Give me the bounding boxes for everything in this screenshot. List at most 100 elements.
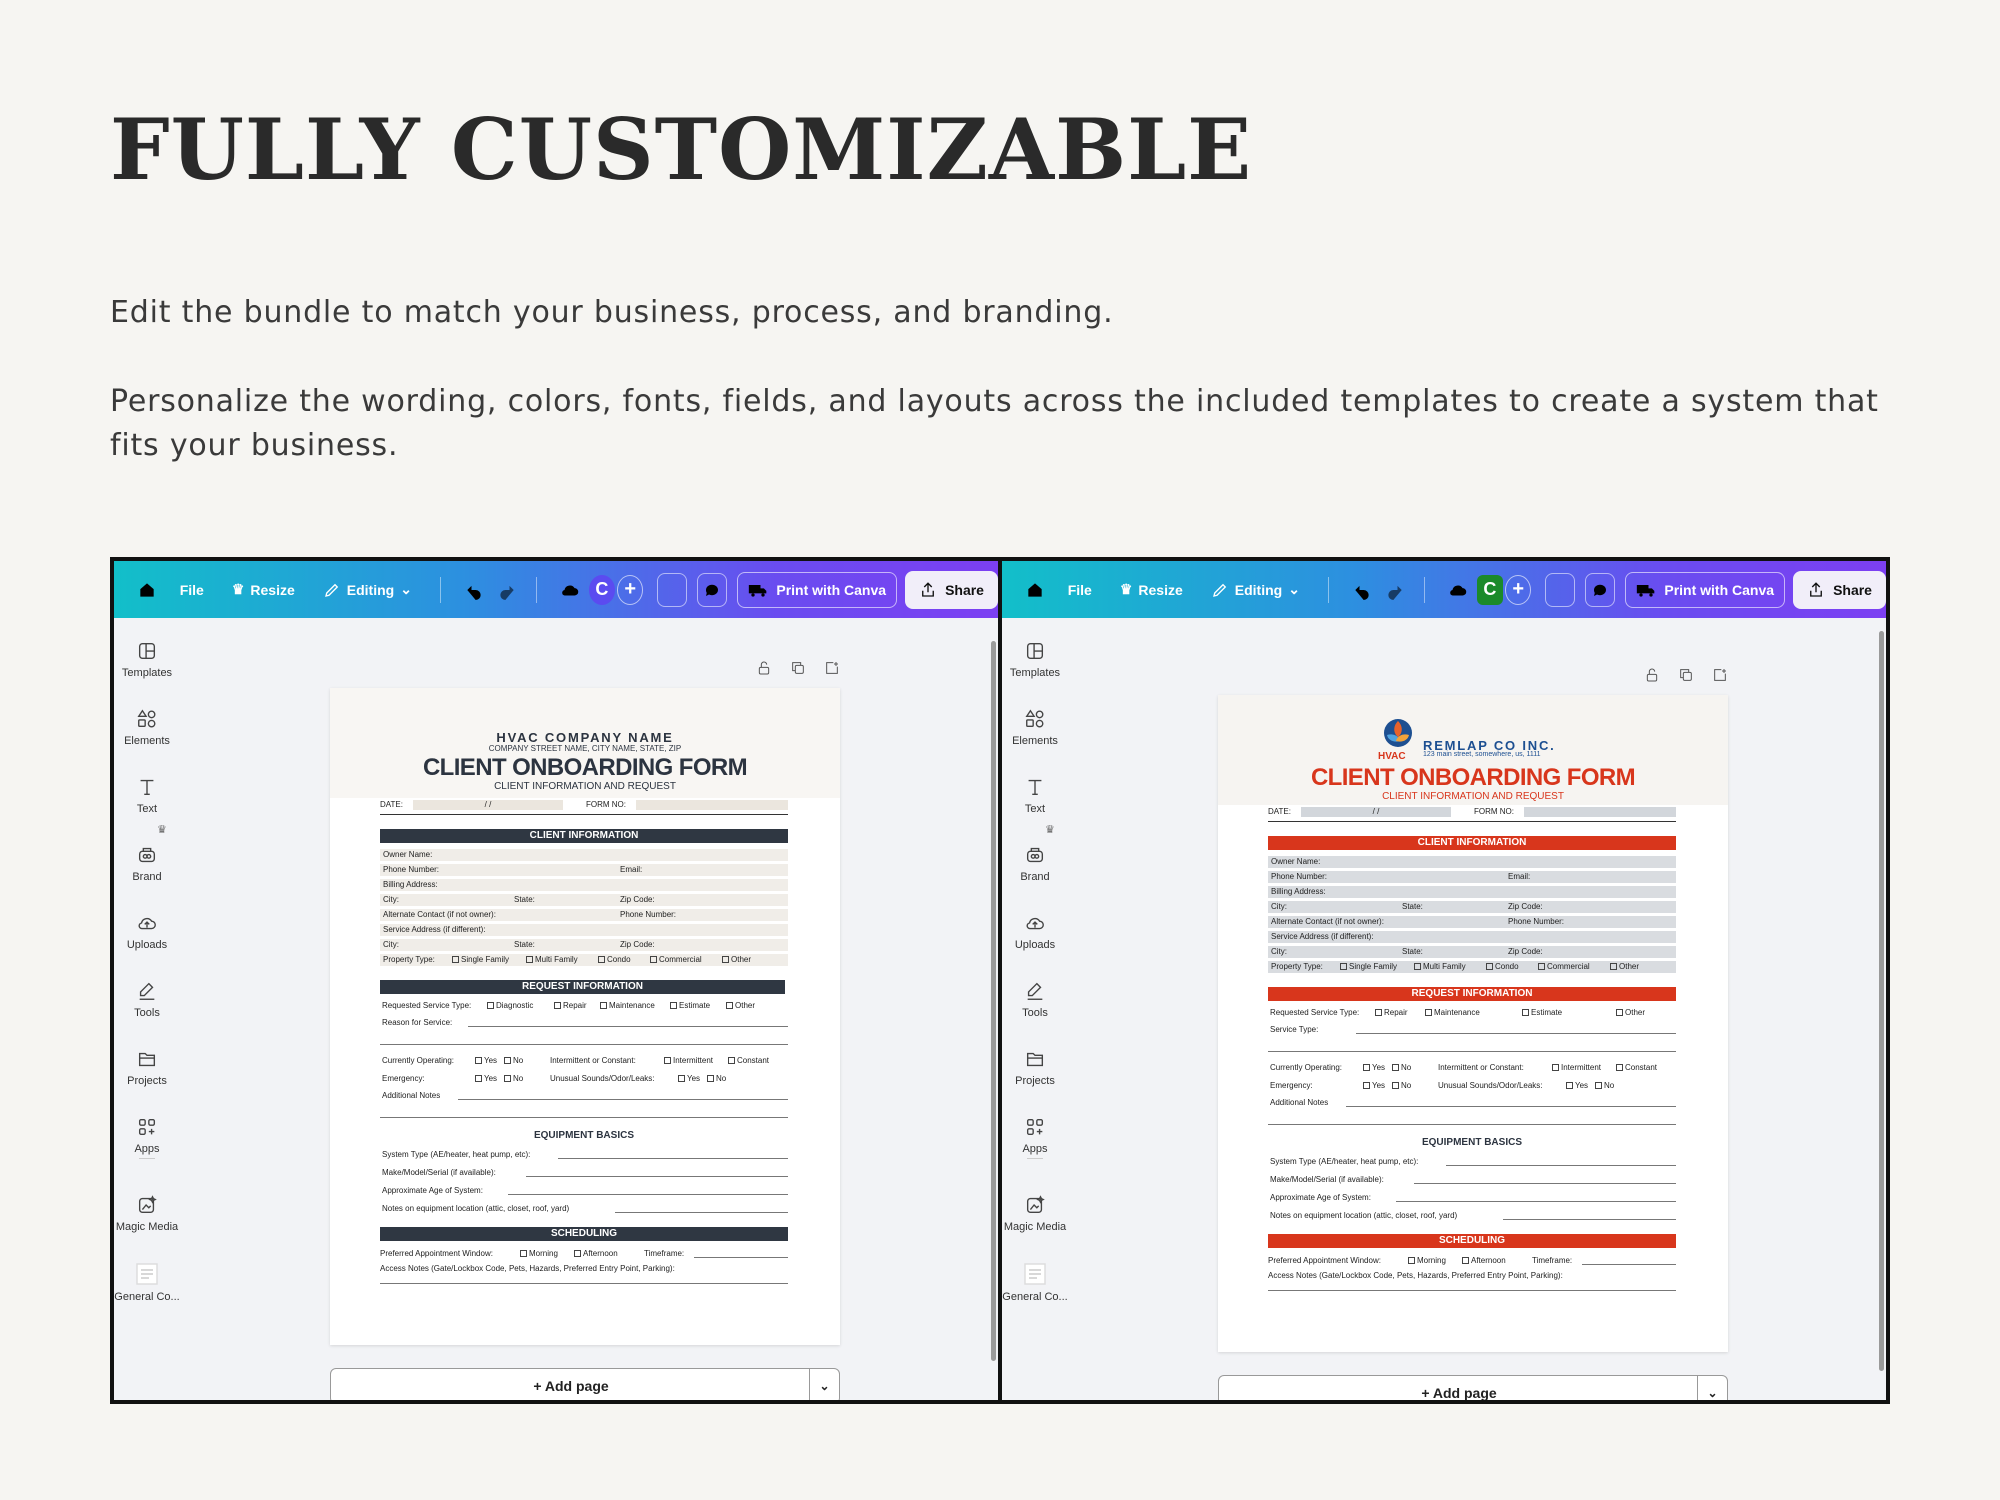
service-type-line-2[interactable]: [1268, 1051, 1676, 1052]
editing-mode-dropdown[interactable]: Editing ⌄: [323, 581, 412, 599]
sidebar-item-magic-media[interactable]: Magic Media: [114, 1194, 180, 1233]
share-button[interactable]: Share: [1793, 570, 1886, 609]
checkbox[interactable]: [728, 1057, 735, 1064]
chevron-down-icon[interactable]: ⌄: [809, 1369, 839, 1400]
property-type-row[interactable]: Property Type: Single Family Multi Famil…: [1268, 961, 1676, 973]
service-city-row[interactable]: City: State: Zip Code:: [1268, 946, 1676, 958]
checkbox[interactable]: [574, 1250, 581, 1257]
checkbox[interactable]: [1363, 1064, 1370, 1071]
checkbox[interactable]: [1616, 1009, 1623, 1016]
file-menu[interactable]: File: [180, 582, 204, 598]
emergency-row[interactable]: Emergency: Yes No Unusual Sounds/Odor/Le…: [382, 1074, 792, 1083]
reason-line-2[interactable]: [380, 1044, 788, 1045]
phone-row[interactable]: Phone Number: Email:: [1268, 871, 1676, 883]
add-collaborator-button[interactable]: +: [617, 574, 644, 605]
checkbox[interactable]: [650, 956, 657, 963]
notes-line-2[interactable]: [380, 1117, 788, 1118]
system-type-line[interactable]: [1446, 1165, 1676, 1166]
user-avatar[interactable]: C: [588, 574, 615, 605]
checkbox[interactable]: [526, 956, 533, 963]
sidebar-item-brand[interactable]: Brand: [1002, 844, 1068, 883]
checkbox[interactable]: [1392, 1082, 1399, 1089]
billing-row[interactable]: Billing Address:: [380, 879, 788, 891]
add-collaborator-button[interactable]: +: [1505, 574, 1532, 605]
checkbox[interactable]: [1462, 1257, 1469, 1264]
add-page-icon[interactable]: [824, 660, 840, 676]
checkbox[interactable]: [452, 956, 459, 963]
checkbox[interactable]: [600, 1002, 607, 1009]
lock-icon[interactable]: [1644, 667, 1660, 683]
form-document[interactable]: HVAC COMPANY NAME COMPANY STREET NAME, C…: [330, 688, 840, 1345]
sidebar-item-text[interactable]: Text: [1002, 776, 1068, 815]
sidebar-item-general[interactable]: General Co...: [1002, 1262, 1068, 1303]
checkbox[interactable]: [1566, 1082, 1573, 1089]
comment-icon[interactable]: [697, 572, 728, 607]
checkbox[interactable]: [1392, 1064, 1399, 1071]
service-address-row[interactable]: Service Address (if different):: [1268, 931, 1676, 943]
timeframe-line[interactable]: [1582, 1264, 1676, 1265]
make-model-line[interactable]: [526, 1176, 788, 1177]
make-model-line[interactable]: [1414, 1183, 1676, 1184]
service-type-line[interactable]: [1356, 1033, 1676, 1034]
checkbox[interactable]: [1425, 1009, 1432, 1016]
checkbox[interactable]: [1408, 1257, 1415, 1264]
notes-line-2[interactable]: [1268, 1124, 1676, 1125]
sidebar-item-elements[interactable]: Elements: [114, 708, 180, 747]
requested-service-row[interactable]: Requested Service Type: Repair Maintenan…: [1270, 1008, 1680, 1017]
share-button[interactable]: Share: [905, 570, 998, 609]
checkbox[interactable]: [1363, 1082, 1370, 1089]
add-page-icon[interactable]: [1712, 667, 1728, 683]
checkbox[interactable]: [722, 956, 729, 963]
comment-icon[interactable]: [1585, 572, 1616, 607]
checkbox[interactable]: [670, 1002, 677, 1009]
print-with-canva-button[interactable]: Print with Canva: [1625, 571, 1786, 608]
sidebar-item-projects[interactable]: Projects: [114, 1048, 180, 1087]
form-no-field[interactable]: [1524, 807, 1676, 817]
print-with-canva-button[interactable]: Print with Canva: [737, 571, 898, 608]
owner-row[interactable]: Owner Name:: [1268, 856, 1676, 868]
notes-line[interactable]: [458, 1099, 788, 1100]
sidebar-item-tools[interactable]: Tools: [1002, 980, 1068, 1019]
phone-row[interactable]: Phone Number: Email:: [380, 864, 788, 876]
chevron-down-icon[interactable]: ⌄: [1697, 1376, 1727, 1400]
access-notes-line[interactable]: [1268, 1290, 1676, 1291]
home-icon[interactable]: [1020, 573, 1050, 607]
service-city-row[interactable]: City: State: Zip Code:: [380, 939, 788, 951]
checkbox[interactable]: [554, 1002, 561, 1009]
user-avatar[interactable]: C: [1476, 574, 1503, 605]
resize-button[interactable]: ♛ Resize: [1120, 581, 1183, 598]
checkbox[interactable]: [1552, 1064, 1559, 1071]
approx-age-line[interactable]: [1396, 1201, 1676, 1202]
checkbox[interactable]: [1522, 1009, 1529, 1016]
duplicate-page-icon[interactable]: [790, 660, 806, 676]
sidebar-item-magic-media[interactable]: Magic Media: [1002, 1194, 1068, 1233]
checkbox[interactable]: [475, 1075, 482, 1082]
system-type-line[interactable]: [558, 1158, 788, 1159]
form-document[interactable]: HVAC REMLAP CO INC. 123 main street, som…: [1218, 695, 1728, 1352]
notes-location-line[interactable]: [1503, 1219, 1676, 1220]
sidebar-item-brand[interactable]: Brand: [114, 844, 180, 883]
date-field[interactable]: / /: [413, 800, 563, 810]
checkbox[interactable]: [1610, 963, 1617, 970]
insights-icon[interactable]: [1545, 572, 1576, 607]
requested-service-row[interactable]: Requested Service Type: Diagnostic Repai…: [382, 1001, 755, 1010]
checkbox[interactable]: [520, 1250, 527, 1257]
sidebar-item-text[interactable]: Text: [114, 776, 180, 815]
checkbox[interactable]: [678, 1075, 685, 1082]
checkbox[interactable]: [1616, 1064, 1623, 1071]
add-page-button[interactable]: + Add page ⌄: [1218, 1375, 1728, 1400]
checkbox[interactable]: [504, 1057, 511, 1064]
checkbox[interactable]: [664, 1057, 671, 1064]
service-address-row[interactable]: Service Address (if different):: [380, 924, 788, 936]
checkbox[interactable]: [1595, 1082, 1602, 1089]
checkbox[interactable]: [1340, 963, 1347, 970]
city-row[interactable]: City: State: Zip Code:: [380, 894, 788, 906]
checkbox[interactable]: [487, 1002, 494, 1009]
checkbox[interactable]: [707, 1075, 714, 1082]
file-menu[interactable]: File: [1068, 582, 1092, 598]
resize-button[interactable]: ♛ Resize: [232, 581, 295, 598]
insights-icon[interactable]: [657, 572, 688, 607]
sidebar-item-apps[interactable]: Apps: [114, 1116, 180, 1155]
currently-operating-row[interactable]: Currently Operating: Yes No Intermittent…: [1270, 1063, 1680, 1072]
sidebar-item-tools[interactable]: Tools: [114, 980, 180, 1019]
